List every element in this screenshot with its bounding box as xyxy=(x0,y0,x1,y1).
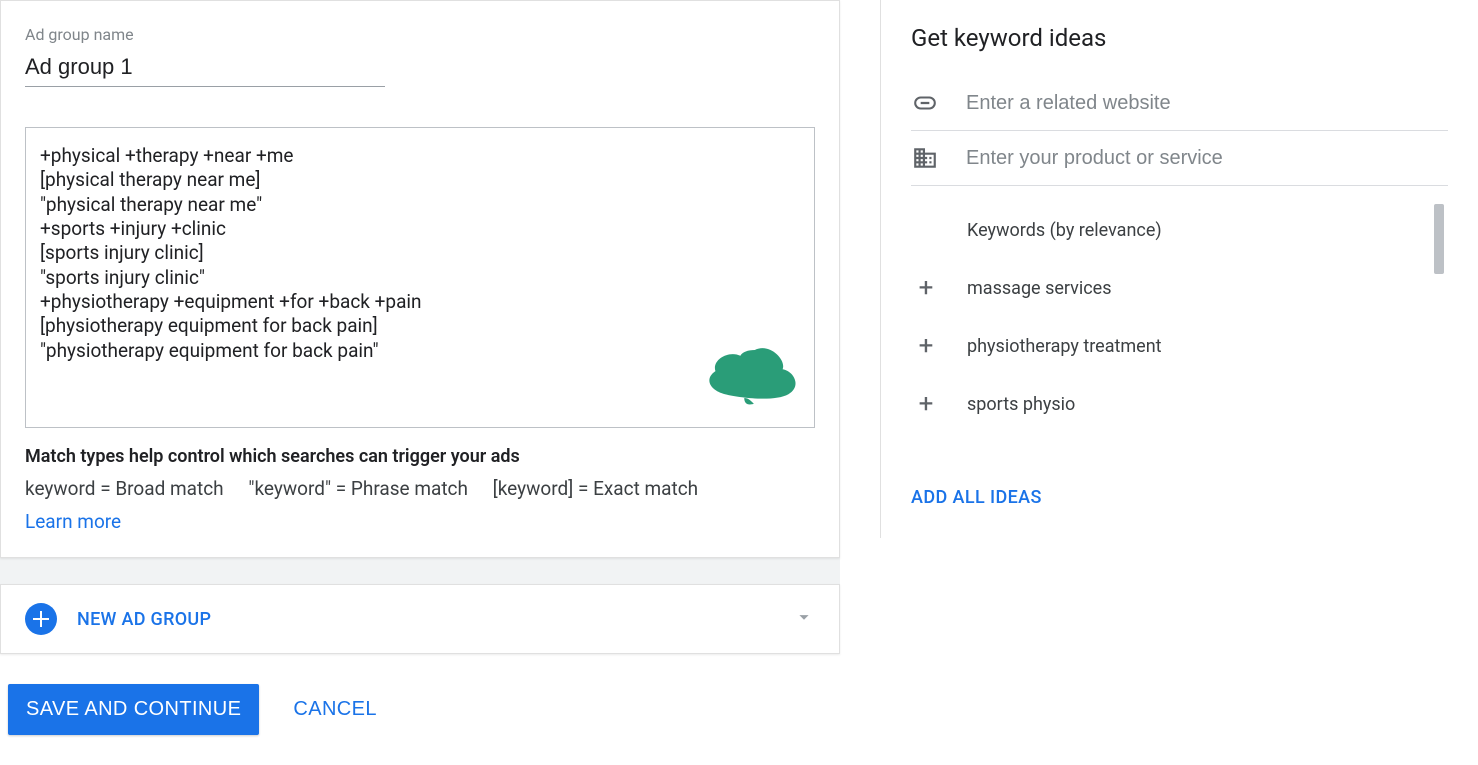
chevron-down-icon xyxy=(793,606,815,633)
plus-icon: + xyxy=(911,333,941,359)
idea-text: massage services xyxy=(967,278,1112,299)
product-service-input[interactable] xyxy=(964,146,1448,171)
idea-text: sports physio xyxy=(967,394,1075,415)
idea-row[interactable]: + physiotherapy treatment xyxy=(911,317,1422,375)
business-icon xyxy=(911,145,938,171)
match-types-legend: keyword = Broad match "keyword" = Phrase… xyxy=(25,477,815,533)
new-ad-group-label: NEW AD GROUP xyxy=(77,609,211,630)
decorative-blob-icon xyxy=(702,345,798,405)
keywords-textarea[interactable]: +physical +therapy +near +me [physical t… xyxy=(25,127,815,428)
new-ad-group-row[interactable]: NEW AD GROUP xyxy=(0,584,840,654)
exact-match-legend: [keyword] = Exact match xyxy=(493,477,698,500)
save-and-continue-button[interactable]: SAVE AND CONTINUE xyxy=(8,684,259,735)
related-website-input[interactable] xyxy=(964,91,1448,116)
related-website-row xyxy=(911,76,1448,131)
ideas-list: Keywords (by relevance) + massage servic… xyxy=(911,202,1448,454)
scrollbar-thumb[interactable] xyxy=(1434,204,1444,274)
keyword-ideas-panel: Get keyword ideas Keywords (by relevance… xyxy=(880,0,1478,538)
add-all-ideas-button[interactable]: ADD ALL IDEAS xyxy=(881,466,1478,538)
idea-text: physiotherapy clinic xyxy=(967,452,1125,455)
plus-circle-icon xyxy=(25,603,57,635)
idea-row[interactable]: + massage services xyxy=(911,259,1422,317)
broad-match-legend: keyword = Broad match xyxy=(25,477,224,500)
footer-actions: SAVE AND CONTINUE CANCEL xyxy=(0,654,840,765)
plus-icon: + xyxy=(911,449,941,454)
ideas-list-header: Keywords (by relevance) xyxy=(911,202,1422,259)
cancel-button[interactable]: CANCEL xyxy=(287,697,383,722)
link-icon xyxy=(911,90,938,116)
match-types-heading: Match types help control which searches … xyxy=(25,446,815,467)
idea-row[interactable]: + physiotherapy clinic xyxy=(911,433,1422,454)
keywords-text: +physical +therapy +near +me [physical t… xyxy=(40,144,422,362)
keyword-ideas-title: Get keyword ideas xyxy=(911,24,1448,52)
phrase-match-legend: "keyword" = Phrase match xyxy=(248,477,468,500)
plus-icon: + xyxy=(911,275,941,301)
ad-group-card: Ad group name +physical +therapy +near +… xyxy=(0,0,840,558)
idea-row[interactable]: + sports physio xyxy=(911,375,1422,433)
product-service-row xyxy=(911,131,1448,186)
idea-text: physiotherapy treatment xyxy=(967,336,1162,357)
plus-icon: + xyxy=(911,391,941,417)
ad-group-name-input[interactable] xyxy=(25,52,385,87)
ad-group-name-label: Ad group name xyxy=(25,25,385,44)
learn-more-link[interactable]: Learn more xyxy=(25,510,121,533)
